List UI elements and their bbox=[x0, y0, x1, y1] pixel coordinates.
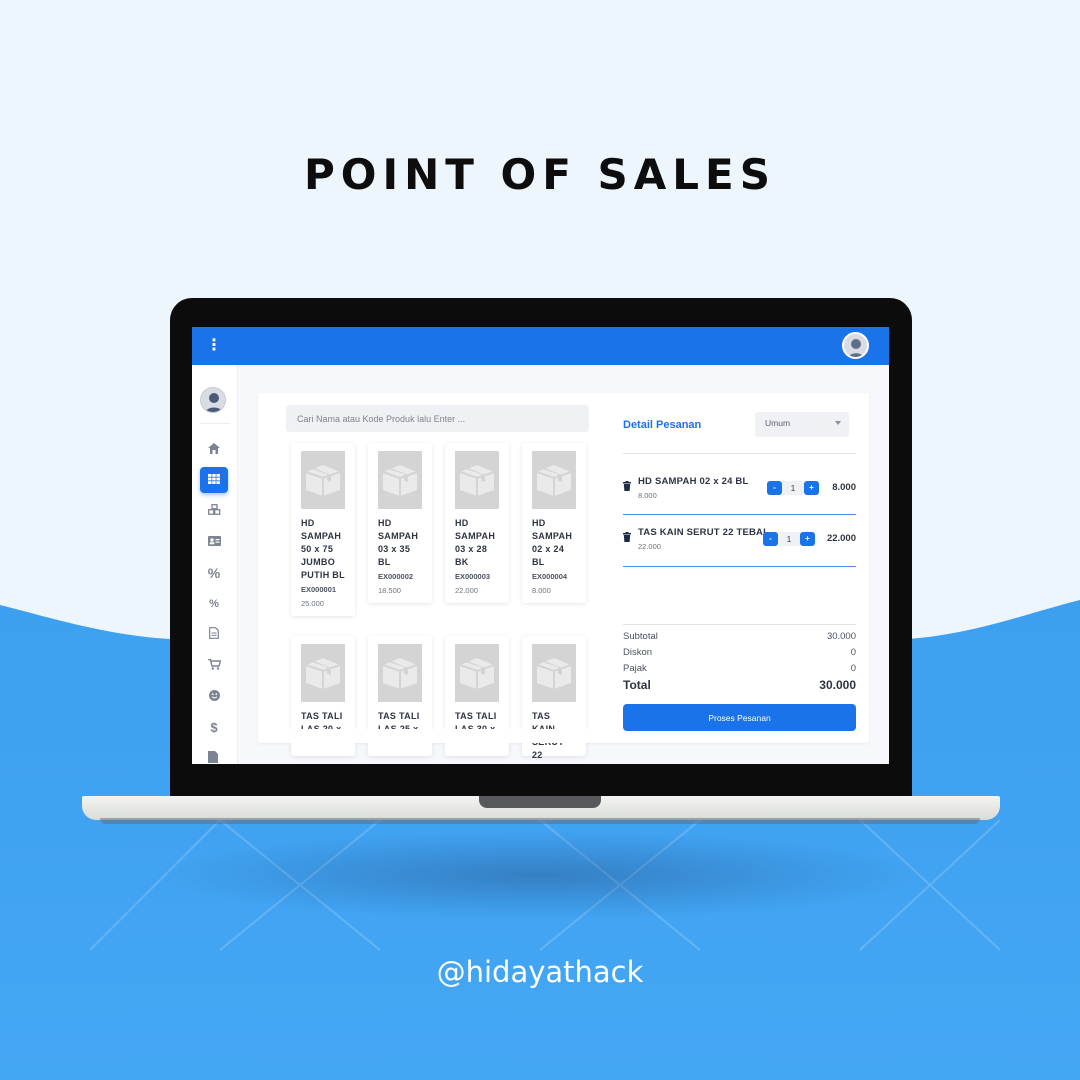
divider bbox=[623, 624, 856, 625]
product-search-input[interactable] bbox=[286, 405, 589, 432]
avatar-person-icon bbox=[848, 339, 864, 357]
product-image bbox=[532, 644, 576, 702]
product-code: EX000002 bbox=[378, 572, 414, 581]
cubes-icon[interactable] bbox=[200, 498, 228, 524]
avatar-person-icon bbox=[205, 393, 223, 412]
product-image bbox=[532, 451, 576, 509]
subtotal-row: Subtotal 30.000 bbox=[623, 631, 856, 642]
home-icon[interactable] bbox=[200, 437, 228, 463]
top-bar: ⋮ bbox=[192, 327, 889, 365]
order-item-unit-price: 22.000 bbox=[638, 542, 661, 551]
id-card-icon[interactable] bbox=[200, 529, 228, 555]
proses-pesanan-button[interactable]: Proses Pesanan bbox=[623, 704, 856, 731]
dollar-icon[interactable]: $ bbox=[200, 715, 228, 741]
pajak-row: Pajak 0 bbox=[623, 663, 856, 674]
product-code: EX000001 bbox=[301, 585, 337, 594]
product-card[interactable]: HD SAMPAH 03 x 35 BL EX000002 18.500 bbox=[368, 443, 432, 603]
file-icon[interactable] bbox=[200, 746, 228, 764]
percent-small-icon[interactable]: % bbox=[200, 591, 228, 617]
total-label: Total bbox=[623, 678, 651, 692]
product-price: 22.000 bbox=[455, 586, 478, 595]
order-item-name: TAS KAIN SERUT 22 TEBAL bbox=[638, 527, 770, 538]
pajak-value: 0 bbox=[850, 663, 856, 674]
box-icon bbox=[305, 465, 341, 496]
author-handle: @hidayathack bbox=[436, 955, 644, 989]
divider bbox=[623, 514, 856, 515]
product-code: EX000003 bbox=[455, 572, 491, 581]
product-card[interactable]: HD SAMPAH 02 x 24 BL EX000004 8.000 bbox=[522, 443, 586, 603]
customer-type-value: Umum bbox=[765, 418, 791, 428]
document-icon[interactable] bbox=[200, 622, 228, 648]
quantity-stepper: - 1 + bbox=[767, 481, 819, 495]
box-icon bbox=[459, 658, 495, 689]
sidebar-avatar[interactable] bbox=[200, 387, 226, 413]
percent-icon[interactable]: % bbox=[200, 560, 228, 586]
divider bbox=[623, 453, 856, 454]
increment-button[interactable]: + bbox=[804, 481, 819, 495]
sidebar-divider bbox=[200, 423, 230, 424]
trash-icon[interactable] bbox=[623, 481, 631, 493]
more-vertical-icon[interactable]: ⋮ bbox=[206, 337, 222, 355]
chevron-down-icon bbox=[835, 421, 841, 425]
sidebar: % % $ bbox=[192, 365, 238, 764]
box-icon bbox=[305, 658, 341, 689]
quantity-value[interactable]: 1 bbox=[778, 532, 800, 546]
user-avatar[interactable] bbox=[842, 332, 869, 359]
divider bbox=[623, 566, 856, 567]
quantity-stepper: - 1 + bbox=[763, 532, 815, 546]
decrement-button[interactable]: - bbox=[763, 532, 778, 546]
product-grid-clip bbox=[278, 729, 598, 743]
product-card[interactable]: HD SAMPAH 03 x 28 BK EX000003 22.000 bbox=[445, 443, 509, 603]
product-price: 8.000 bbox=[532, 586, 551, 595]
product-image bbox=[455, 644, 499, 702]
detail-title: Detail Pesanan bbox=[623, 419, 702, 431]
box-icon bbox=[382, 658, 418, 689]
diskon-row: Diskon 0 bbox=[623, 647, 856, 658]
product-image bbox=[378, 644, 422, 702]
product-image bbox=[455, 451, 499, 509]
box-icon bbox=[536, 658, 572, 689]
total-row: Total 30.000 bbox=[623, 678, 856, 692]
increment-button[interactable]: + bbox=[800, 532, 815, 546]
laptop-base-shadow bbox=[100, 818, 980, 824]
product-price: 18.500 bbox=[378, 586, 401, 595]
pos-card: HD SAMPAH 50 x 75 JUMBO PUTIH BL EX00000… bbox=[258, 393, 869, 760]
order-item-total: 8.000 bbox=[832, 482, 856, 493]
order-item-unit-price: 8.000 bbox=[638, 491, 657, 500]
diskon-label: Diskon bbox=[623, 647, 653, 658]
total-value: 30.000 bbox=[819, 678, 856, 692]
order-item: HD SAMPAH 02 x 24 BL 8.000 - 1 + 8.000 bbox=[623, 476, 856, 506]
customer-type-select[interactable]: Umum bbox=[755, 412, 849, 437]
order-item-total: 22.000 bbox=[826, 533, 856, 544]
trash-icon[interactable] bbox=[623, 532, 631, 544]
smile-icon[interactable] bbox=[200, 684, 228, 710]
decrement-button[interactable]: - bbox=[767, 481, 782, 495]
subtotal-value: 30.000 bbox=[826, 631, 856, 642]
app-screen: ⋮ % % $ Cari Nama atau Kode Produk lalu … bbox=[192, 327, 889, 764]
product-name: HD SAMPAH 03 x 35 BL bbox=[378, 518, 419, 567]
product-card[interactable]: HD SAMPAH 50 x 75 JUMBO PUTIH BL EX00000… bbox=[291, 443, 355, 616]
laptop-shadow bbox=[150, 830, 930, 920]
product-image bbox=[378, 451, 422, 509]
diskon-value: 0 bbox=[850, 647, 856, 658]
product-code: EX000004 bbox=[532, 572, 568, 581]
product-image bbox=[301, 644, 345, 702]
order-item: TAS KAIN SERUT 22 TEBAL 22.000 - 1 + 22.… bbox=[623, 527, 856, 557]
product-image bbox=[301, 451, 345, 509]
pajak-label: Pajak bbox=[623, 663, 647, 674]
box-icon bbox=[536, 465, 572, 496]
box-icon bbox=[459, 465, 495, 496]
product-name: HD SAMPAH 02 x 24 BL bbox=[532, 518, 573, 567]
laptop-notch bbox=[479, 796, 601, 808]
box-icon bbox=[382, 465, 418, 496]
grid-icon[interactable] bbox=[200, 467, 228, 493]
quantity-value[interactable]: 1 bbox=[782, 481, 804, 495]
product-name: HD SAMPAH 50 x 75 JUMBO PUTIH BL bbox=[301, 518, 345, 580]
headline: POINT OF SALES bbox=[303, 150, 776, 199]
product-price: 25.000 bbox=[301, 599, 324, 608]
subtotal-label: Subtotal bbox=[623, 631, 658, 642]
order-item-name: HD SAMPAH 02 x 24 BL bbox=[638, 476, 749, 487]
product-name: HD SAMPAH 03 x 28 BK bbox=[455, 518, 496, 567]
cart-icon[interactable] bbox=[200, 653, 228, 679]
